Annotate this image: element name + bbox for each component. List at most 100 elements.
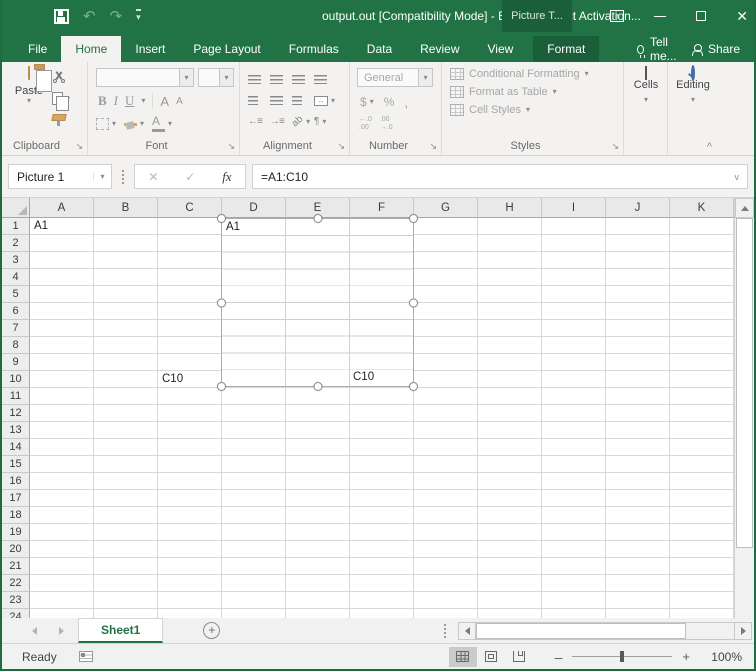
tell-me-box[interactable]: Tell me... <box>627 36 692 62</box>
fill-color-dropdown-icon[interactable]: ▾ <box>140 120 144 128</box>
text-direction-dropdown-icon[interactable]: ▾ <box>322 118 326 126</box>
cell-A1[interactable]: A1 <box>34 218 48 235</box>
underline-dropdown-icon[interactable]: ▾ <box>141 97 145 105</box>
orientation-dropdown-icon[interactable]: ▾ <box>306 118 310 126</box>
column-header-F[interactable]: F <box>350 198 414 218</box>
underline-button[interactable]: U <box>125 93 134 109</box>
share-button[interactable]: Share <box>692 36 740 62</box>
row-header-24[interactable]: 24 <box>2 609 30 618</box>
undo-icon[interactable]: ↶ <box>83 9 96 24</box>
paste-dropdown-icon[interactable]: ▾ <box>9 97 49 105</box>
orientation-icon[interactable]: ab <box>290 114 306 130</box>
row-header-3[interactable]: 3 <box>2 252 30 269</box>
tab-file[interactable]: File <box>14 36 61 62</box>
select-all-corner[interactable] <box>2 198 30 218</box>
row-header-4[interactable]: 4 <box>2 269 30 286</box>
column-header-J[interactable]: J <box>606 198 670 218</box>
format-painter-icon[interactable] <box>52 114 65 126</box>
borders-icon[interactable] <box>96 118 109 130</box>
resize-handle-bottom-left[interactable] <box>217 382 226 391</box>
horizontal-scroll-thumb[interactable] <box>476 623 686 639</box>
styles-dialog-launcher-icon[interactable]: ↘ <box>611 141 619 152</box>
number-format-combo[interactable]: General ▾ <box>357 68 433 87</box>
row-header-14[interactable]: 14 <box>2 439 30 456</box>
text-direction-icon[interactable]: ¶ <box>314 116 319 127</box>
scroll-left-icon[interactable] <box>458 622 476 640</box>
row-header-15[interactable]: 15 <box>2 456 30 473</box>
tab-bar-divider[interactable] <box>444 624 446 638</box>
tab-insert[interactable]: Insert <box>121 36 179 62</box>
clipboard-dialog-launcher-icon[interactable]: ↘ <box>75 141 83 152</box>
resize-handle-middle-left[interactable] <box>217 298 226 307</box>
row-header-11[interactable]: 11 <box>2 388 30 405</box>
row-header-16[interactable]: 16 <box>2 473 30 490</box>
font-name-combo[interactable]: ▾ <box>96 68 194 87</box>
vertical-scrollbar[interactable] <box>734 198 754 618</box>
page-break-view-button[interactable] <box>505 647 533 667</box>
resize-handle-bottom-middle[interactable] <box>313 382 322 391</box>
zoom-slider[interactable] <box>572 656 672 657</box>
resize-handle-bottom-right[interactable] <box>409 382 418 391</box>
tab-page-layout[interactable]: Page Layout <box>179 36 274 62</box>
row-header-22[interactable]: 22 <box>2 575 30 592</box>
cell-styles-button[interactable]: Cell Styles ▾ <box>450 104 623 116</box>
ribbon-display-options-icon[interactable]: ↑ <box>610 10 624 22</box>
row-header-12[interactable]: 12 <box>2 405 30 422</box>
row-header-17[interactable]: 17 <box>2 490 30 507</box>
fill-color-icon[interactable] <box>124 122 137 126</box>
sheet-tab-sheet1[interactable]: Sheet1 <box>78 618 163 643</box>
decrease-font-size-button[interactable]: A <box>176 96 183 107</box>
decrease-indent-icon[interactable]: ←≡ <box>248 116 270 127</box>
tab-home[interactable]: Home <box>61 36 121 62</box>
row-header-9[interactable]: 9 <box>2 354 30 371</box>
maximize-icon[interactable] <box>696 11 706 21</box>
font-name-dropdown-icon[interactable]: ▾ <box>184 74 188 82</box>
cancel-entry-icon[interactable]: ✕ <box>148 170 158 184</box>
row-header-10[interactable]: 10 <box>2 371 30 388</box>
font-size-combo[interactable]: ▾ <box>198 68 234 87</box>
customize-qat-icon[interactable]: ▾ <box>136 9 141 23</box>
insert-function-icon[interactable]: fx <box>222 169 231 185</box>
close-icon[interactable]: ✕ <box>736 8 748 25</box>
horizontal-scrollbar[interactable] <box>444 618 754 643</box>
next-sheet-icon[interactable] <box>59 627 64 635</box>
editing-button[interactable]: Editing ▾ <box>674 67 712 139</box>
number-dialog-launcher-icon[interactable]: ↘ <box>429 141 437 152</box>
column-header-G[interactable]: G <box>414 198 478 218</box>
row-header-8[interactable]: 8 <box>2 337 30 354</box>
tab-format[interactable]: Format <box>533 36 599 62</box>
normal-view-button[interactable] <box>449 647 477 667</box>
column-header-D[interactable]: D <box>222 198 286 218</box>
cell-C10[interactable]: C10 <box>162 371 183 388</box>
merge-dropdown-icon[interactable]: ▾ <box>331 97 335 105</box>
decrease-decimal-button[interactable]: .00 →.0 <box>380 116 393 133</box>
row-header-20[interactable]: 20 <box>2 541 30 558</box>
align-bottom-icon[interactable] <box>292 75 305 84</box>
borders-dropdown-icon[interactable]: ▾ <box>112 120 116 128</box>
align-top-icon[interactable] <box>248 75 261 84</box>
font-dialog-launcher-icon[interactable]: ↘ <box>227 141 235 152</box>
row-header-23[interactable]: 23 <box>2 592 30 609</box>
format-as-table-button[interactable]: Format as Table ▾ <box>450 86 623 98</box>
previous-sheet-icon[interactable] <box>32 627 37 635</box>
resize-handle-middle-right[interactable] <box>409 298 418 307</box>
alignment-dialog-launcher-icon[interactable]: ↘ <box>337 141 345 152</box>
align-center-icon[interactable] <box>270 96 283 105</box>
conditional-formatting-button[interactable]: Conditional Formatting ▾ <box>450 68 623 80</box>
column-header-A[interactable]: A <box>30 198 94 218</box>
currency-dropdown-icon[interactable]: ▾ <box>370 98 374 106</box>
column-header-I[interactable]: I <box>542 198 606 218</box>
italic-button[interactable]: I <box>114 93 118 109</box>
horizontal-scroll-track[interactable] <box>476 622 734 640</box>
font-color-icon[interactable]: A <box>152 116 165 132</box>
picture-object[interactable]: A1 C10 <box>221 218 414 387</box>
zoom-slider-thumb[interactable] <box>620 651 624 662</box>
name-box-dropdown-icon[interactable]: ▾ <box>100 172 104 181</box>
resize-handle-top-left[interactable] <box>217 214 226 223</box>
cells-button[interactable]: Cells ▾ <box>627 67 665 139</box>
row-header-21[interactable]: 21 <box>2 558 30 575</box>
row-header-5[interactable]: 5 <box>2 286 30 303</box>
name-box[interactable]: Picture 1 ▾ <box>8 164 112 189</box>
resize-handle-top-right[interactable] <box>409 214 418 223</box>
align-middle-icon[interactable] <box>270 75 283 84</box>
